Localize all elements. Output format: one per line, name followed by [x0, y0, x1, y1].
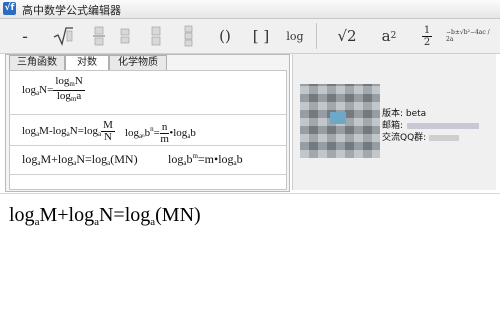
- tab-trigonometric[interactable]: 三角函数: [9, 55, 65, 70]
- toolbar: - () [ ] log √2 a 2 1 2 −b±√b²−4ac / 2a: [0, 19, 500, 54]
- matrix-template-3-button[interactable]: [176, 23, 202, 49]
- window-title: 高中数学公式编辑器: [22, 4, 121, 17]
- parentheses-button[interactable]: (): [210, 23, 240, 49]
- sqrt-button[interactable]: [48, 23, 78, 49]
- fraction-template-icon: [93, 26, 105, 46]
- quadratic-formula-button[interactable]: −b±√b²−4ac / 2a: [446, 23, 496, 49]
- formula-log-product[interactable]: logaM+logaN=loga(MN): [22, 152, 138, 167]
- sqrt-icon: [53, 27, 73, 46]
- matrix-template-button[interactable]: [143, 23, 169, 49]
- row-divider: [9, 114, 286, 115]
- half-button[interactable]: 12: [414, 23, 440, 49]
- brackets-button[interactable]: [ ]: [246, 23, 276, 49]
- redacted-qq: [429, 134, 460, 141]
- matrix-template-3-icon: [184, 25, 193, 47]
- app-logo-icon: √f: [3, 2, 16, 15]
- fraction-template-button[interactable]: [86, 23, 112, 49]
- editor-expression: logaM+logaN=loga(MN): [9, 204, 201, 228]
- tab-logarithm[interactable]: 对数: [65, 55, 109, 71]
- title-bar: √f 高中数学公式编辑器: [0, 0, 500, 19]
- tab-chemistry[interactable]: 化学物质: [109, 55, 167, 70]
- formula-log-power-base[interactable]: loganbn= n m •logab: [125, 122, 196, 145]
- log-button[interactable]: log: [282, 23, 308, 49]
- formula-change-of-base[interactable]: logaN= logmN logma: [22, 76, 85, 105]
- redacted-email: [407, 122, 480, 129]
- matrix-template-icon: [151, 26, 161, 46]
- fraction-template-2-icon: [120, 28, 130, 44]
- formula-log-power[interactable]: logabm=m•logab: [168, 152, 243, 167]
- sqrt2-button[interactable]: √2: [330, 23, 364, 49]
- toolbar-separator: [316, 23, 317, 49]
- qq-group-label: 交流QQ群:: [382, 130, 460, 143]
- qr-code-image: [300, 84, 380, 158]
- image-detail: [330, 112, 346, 124]
- row-divider: [9, 145, 286, 146]
- formula-log-quotient[interactable]: logaM-logaN=loga M N: [22, 120, 115, 143]
- fraction-template-2-button[interactable]: [112, 23, 138, 49]
- row-divider: [9, 174, 286, 175]
- minus-button[interactable]: -: [10, 23, 40, 49]
- a-squared-button[interactable]: a2: [372, 23, 406, 49]
